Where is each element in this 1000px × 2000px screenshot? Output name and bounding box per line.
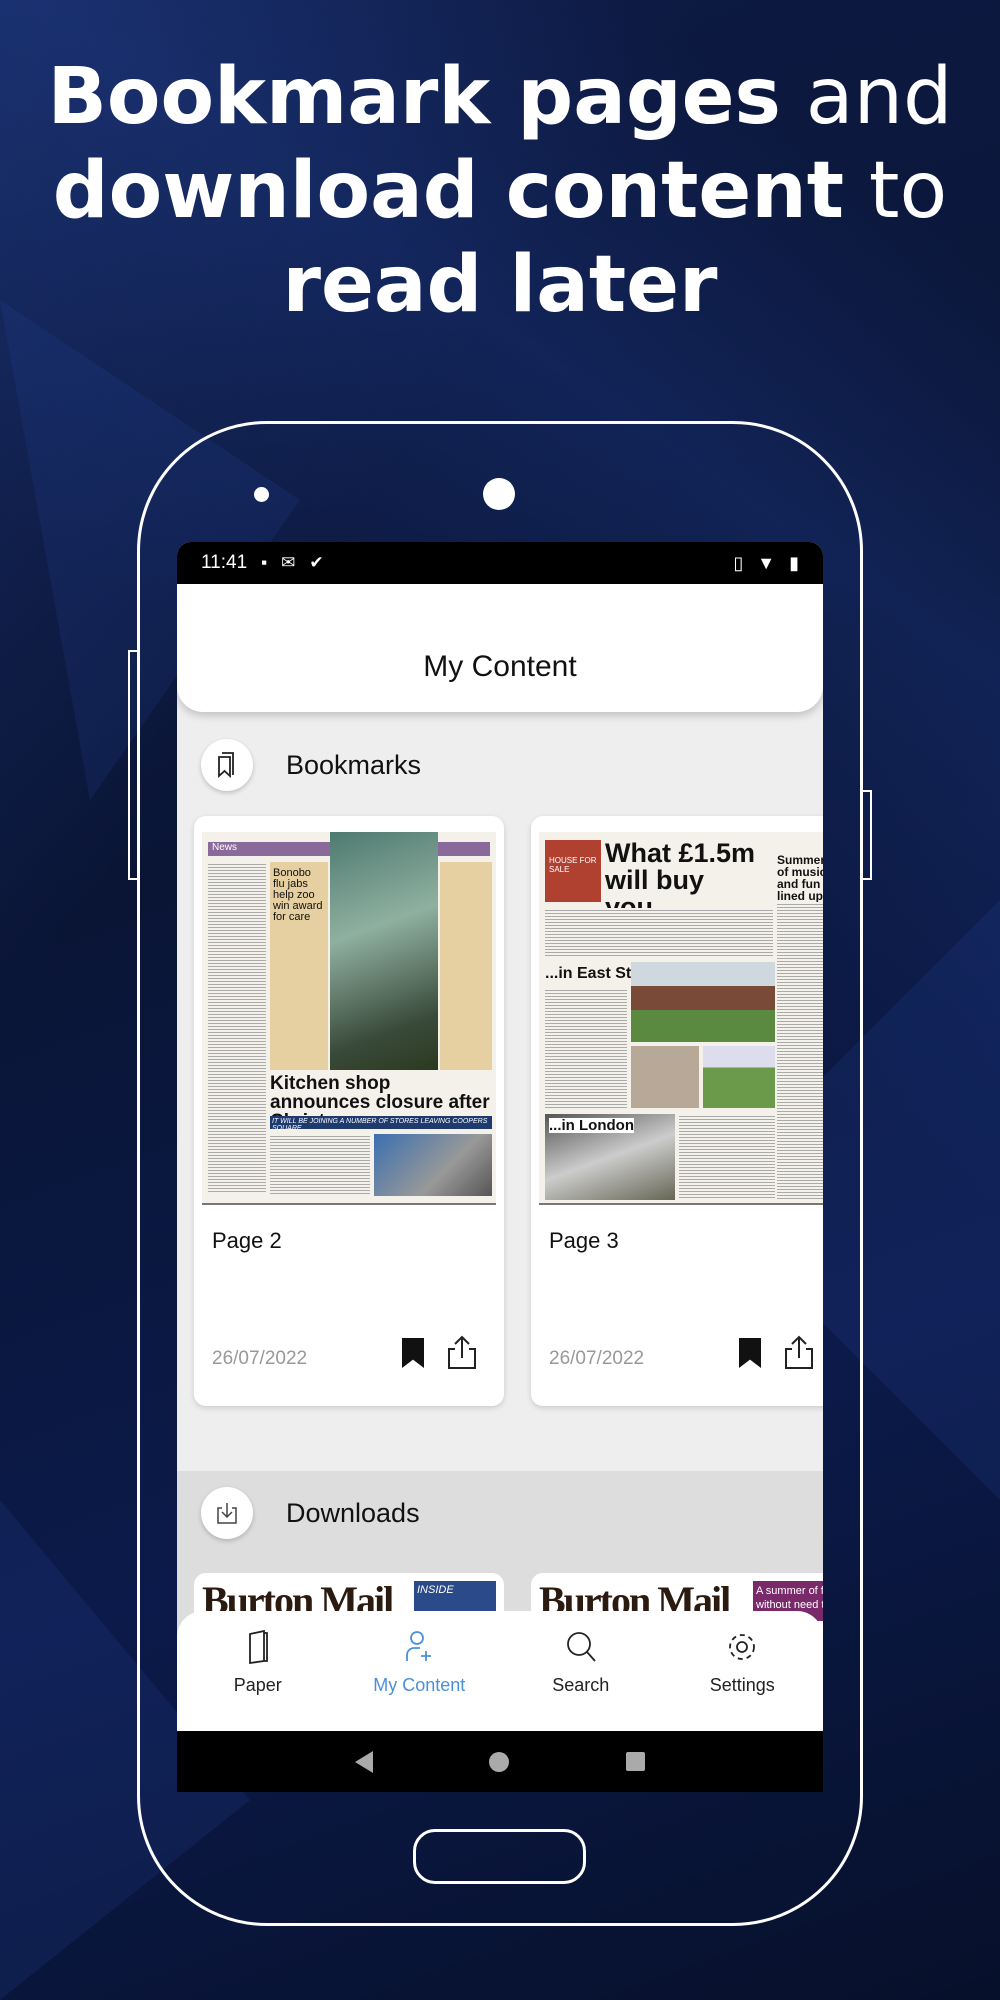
home-icon[interactable] — [489, 1751, 510, 1772]
downloads-title: Downloads — [286, 1497, 420, 1528]
text-column — [270, 1134, 370, 1196]
bookmark-date: 26/07/2022 — [212, 1348, 308, 1369]
page-thumbnail[interactable]: HOUSE FOR SALE What £1.5m will buy you..… — [539, 832, 823, 1205]
home-button[interactable] — [413, 1829, 586, 1884]
phone-side-button — [128, 650, 137, 880]
bonobo-photo — [330, 832, 438, 1070]
sale-sign-text: HOUSE FOR SALE — [549, 856, 597, 874]
share-icon[interactable] — [783, 1334, 815, 1370]
headline-bold: download content — [52, 146, 845, 236]
nav-label: My Content — [373, 1675, 466, 1695]
nav-label: Paper — [233, 1675, 282, 1695]
shop-photo — [374, 1134, 492, 1196]
text-column — [679, 1114, 775, 1200]
add-user-icon — [406, 1631, 432, 1661]
task-done-icon: ✔ — [309, 553, 324, 572]
vibrate-icon: ▯ — [733, 552, 744, 573]
phone-side-button — [863, 790, 872, 880]
page-title: My Content — [423, 650, 577, 683]
horses-photo — [703, 1046, 775, 1108]
story-headline: Bonobo flu jabs help zoo win award for c… — [273, 867, 323, 923]
house-sale-photo: HOUSE FOR SALE — [545, 840, 601, 902]
text-column — [545, 988, 627, 1108]
headline-bold: Bookmark pages — [47, 52, 781, 142]
page-thumbnail[interactable]: News Bonobo flu jabs help zoo win award … — [202, 832, 496, 1205]
nav-search[interactable]: Search — [500, 1611, 662, 1731]
wifi-icon: ▼ — [757, 552, 776, 573]
image-icon: ▪ — [261, 553, 268, 572]
gmail-icon: ✉ — [281, 553, 296, 572]
interior-photo — [631, 1046, 699, 1108]
page-label: Page 2 — [212, 1228, 282, 1253]
nav-my-content[interactable]: My Content — [339, 1611, 501, 1731]
text-column — [545, 908, 773, 958]
back-icon[interactable] — [355, 1750, 374, 1773]
sensor-dot — [254, 487, 269, 502]
recents-icon[interactable] — [625, 1752, 645, 1771]
story-box — [440, 862, 492, 1070]
downloads-section-header: Downloads — [177, 1487, 823, 1539]
system-nav-bar — [177, 1731, 823, 1792]
battery-icon: ▮ — [789, 552, 799, 573]
app-screen: 11:41 ▪ ✉ ✔ ▯ ▼ ▮ My Content Bookmarks N… — [177, 542, 823, 1792]
nav-paper[interactable]: Paper — [177, 1611, 339, 1731]
bookmark-card[interactable]: HOUSE FOR SALE What £1.5m will buy you..… — [531, 816, 823, 1406]
bookmark-card[interactable]: News Bonobo flu jabs help zoo win award … — [194, 816, 504, 1406]
promo-headline: Bookmark pages and download content to r… — [0, 50, 1000, 332]
bookmarks-title: Bookmarks — [286, 749, 422, 780]
subheading: ...in London — [549, 1117, 634, 1134]
status-bar: 11:41 ▪ ✉ ✔ ▯ ▼ ▮ — [177, 542, 823, 584]
house-photo — [631, 962, 775, 1042]
bottom-nav: Paper My Content Search Settings — [177, 1611, 823, 1731]
page-header: My Content — [177, 584, 823, 712]
bookmark-date: 26/07/2022 — [549, 1348, 645, 1369]
bookmarks-icon — [201, 739, 253, 791]
camera-icon — [483, 478, 515, 510]
gear-icon — [729, 1634, 756, 1660]
paper-icon — [248, 1629, 268, 1665]
download-icon — [201, 1487, 253, 1539]
status-time: 11:41 — [201, 552, 248, 573]
headline-text: to — [844, 146, 948, 236]
headline-text: and — [781, 52, 953, 142]
text-column — [208, 862, 266, 1192]
page-label: Page 3 — [549, 1228, 619, 1253]
headline-bold: read later — [282, 240, 718, 330]
article-subhead: IT WILL BE JOINING A NUMBER OF STORES LE… — [270, 1116, 492, 1132]
text-column — [777, 902, 823, 1200]
share-icon[interactable] — [446, 1334, 478, 1370]
search-icon — [566, 1632, 596, 1662]
nav-settings[interactable]: Settings — [662, 1611, 824, 1731]
story-box: Bonobo flu jabs help zoo win award for c… — [270, 862, 328, 1070]
nav-label: Search — [552, 1675, 610, 1695]
bookmark-icon[interactable] — [402, 1338, 424, 1368]
nav-label: Settings — [709, 1675, 775, 1695]
bookmark-icon[interactable] — [739, 1338, 761, 1368]
bookmarks-section-header: Bookmarks — [177, 739, 823, 791]
